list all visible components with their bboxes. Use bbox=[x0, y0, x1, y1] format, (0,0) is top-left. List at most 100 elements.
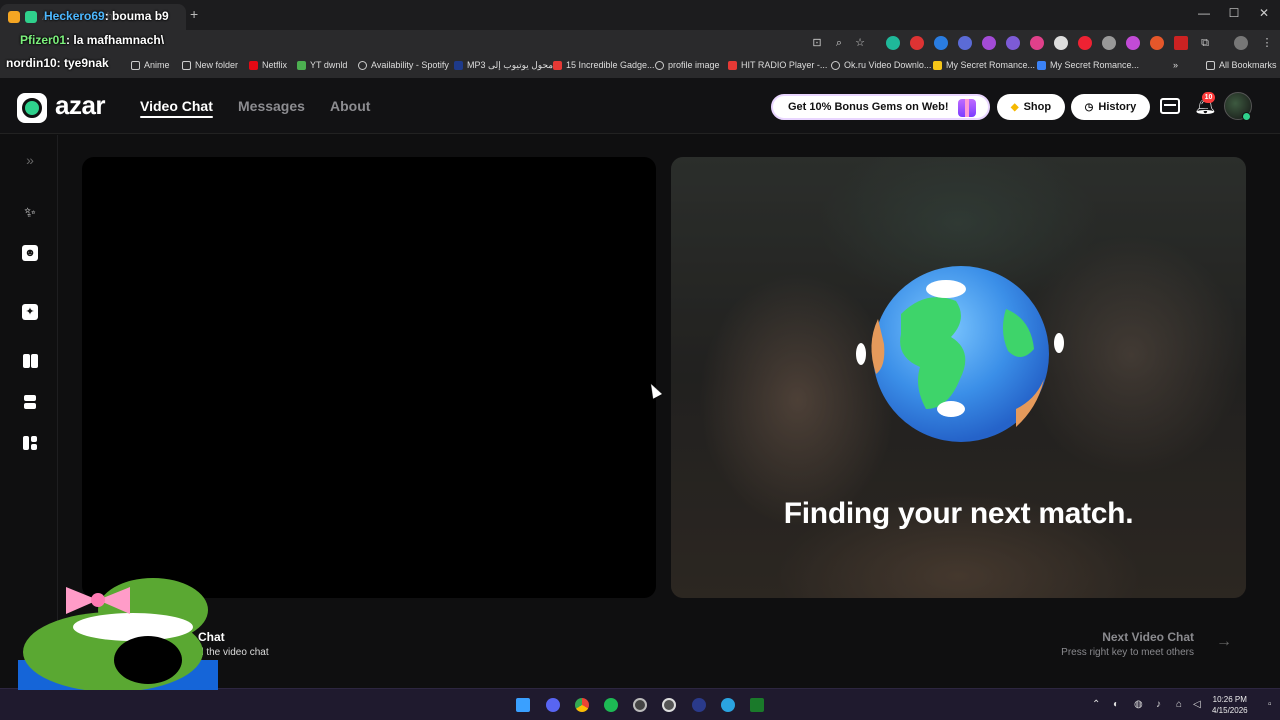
notifications-icon[interactable]: ▫ bbox=[1268, 699, 1272, 710]
bookmark-label: profile image bbox=[668, 60, 720, 70]
install-app-icon[interactable]: ⊡ bbox=[810, 36, 824, 50]
system-clock[interactable]: 10:26 PM 4/15/2026 bbox=[1212, 694, 1248, 716]
bookmark-item[interactable]: Availability - Spotify bbox=[358, 60, 449, 70]
app-header: azar Video Chat Messages About Get 10% B… bbox=[0, 78, 1280, 134]
close-button[interactable]: ✕ bbox=[1256, 6, 1272, 20]
extension-icon[interactable] bbox=[1150, 36, 1164, 50]
spotify-icon[interactable] bbox=[604, 698, 618, 712]
gift-icon bbox=[958, 99, 976, 117]
microphone-icon[interactable]: ♪ bbox=[1156, 699, 1161, 710]
zoom-icon[interactable]: ⌕ bbox=[832, 36, 846, 50]
bookmark-star-icon[interactable]: ☆ bbox=[853, 36, 867, 50]
bookmark-label: MP3 محول يوتيوب إلى bbox=[467, 60, 554, 70]
network-icon[interactable]: ⌂ bbox=[1176, 699, 1182, 710]
bookmark-label: YT dwnld bbox=[310, 60, 348, 70]
next-chat-hint: Press right key to meet others bbox=[1061, 647, 1194, 658]
nav-video-chat[interactable]: Video Chat bbox=[140, 98, 213, 118]
inbox-icon[interactable] bbox=[1160, 98, 1180, 114]
globe-icon bbox=[831, 60, 840, 70]
maximize-button[interactable]: ☐ bbox=[1226, 6, 1242, 20]
nav-about[interactable]: About bbox=[330, 98, 370, 114]
bookmark-item[interactable]: MP3 محول يوتيوب إلى bbox=[454, 60, 553, 71]
app-icon[interactable] bbox=[692, 698, 706, 712]
volume-icon[interactable]: ◁ bbox=[1193, 699, 1201, 710]
next-arrow-icon[interactable]: → bbox=[1216, 633, 1232, 651]
layout-grid-icon[interactable] bbox=[22, 436, 38, 452]
bookmark-item[interactable]: My Secret Romance... bbox=[933, 60, 1035, 70]
remote-video-panel: Finding your next match. bbox=[671, 157, 1246, 598]
tab-favicon-icon bbox=[8, 11, 20, 23]
menu-kebab-icon[interactable]: ⋮ bbox=[1260, 36, 1274, 50]
bookmark-item[interactable]: New folder bbox=[182, 60, 238, 70]
address-bar-row: ⊡ ⌕ ☆ ⧉ ⋮ bbox=[0, 30, 1280, 56]
bonus-gems-button[interactable]: Get 10% Bonus Gems on Web! bbox=[771, 94, 990, 120]
sticker-icon[interactable]: ✦ bbox=[22, 304, 38, 320]
shop-button[interactable]: ◆ Shop bbox=[997, 94, 1065, 120]
app-icon[interactable] bbox=[750, 698, 764, 712]
chrome-icon[interactable] bbox=[575, 698, 589, 712]
tray-discord-icon[interactable]: ◍ bbox=[1134, 699, 1143, 710]
obs-icon[interactable] bbox=[633, 698, 647, 712]
extension-icon[interactable] bbox=[1054, 36, 1068, 50]
globe-icon bbox=[358, 60, 367, 70]
discord-icon[interactable] bbox=[546, 698, 560, 712]
bookmarks-overflow-button[interactable]: » bbox=[1173, 60, 1178, 70]
all-bookmarks-button[interactable]: All Bookmarks bbox=[1206, 60, 1277, 70]
extension-icon[interactable] bbox=[1030, 36, 1044, 50]
extension-icon[interactable] bbox=[1174, 36, 1188, 50]
bookmark-item[interactable]: Netflix bbox=[249, 60, 287, 70]
bookmark-item[interactable]: Anime bbox=[131, 60, 170, 70]
extension-icon[interactable] bbox=[1078, 36, 1092, 50]
bookmark-item[interactable]: HIT RADIO Player -... bbox=[728, 60, 827, 70]
windows-taskbar: ⌃ ◐ ◍ ♪ ⌂ ◁ 10:26 PM 4/15/2026 ▫ bbox=[0, 688, 1280, 720]
bookmark-item[interactable]: profile image bbox=[655, 60, 720, 70]
new-tab-button[interactable]: + bbox=[190, 6, 198, 22]
history-button[interactable]: ◷ History bbox=[1071, 94, 1150, 120]
bookmark-label: HIT RADIO Player -... bbox=[741, 60, 828, 70]
bookmark-label: Netflix bbox=[262, 60, 288, 70]
magic-wand-icon[interactable]: ✨︎ bbox=[22, 204, 38, 220]
chat-overlay-line: Heckero69: bouma b9 bbox=[44, 9, 169, 23]
gem-icon: ◆ bbox=[1010, 101, 1019, 113]
face-filter-icon[interactable]: ☻ bbox=[22, 245, 38, 261]
app-icon[interactable] bbox=[662, 698, 676, 712]
bookmark-label: 15 Incredible Gadge... bbox=[566, 60, 655, 70]
bookmark-item[interactable]: 15 Incredible Gadge... bbox=[553, 60, 655, 70]
extension-icon[interactable] bbox=[1102, 36, 1116, 50]
nav-messages[interactable]: Messages bbox=[238, 98, 305, 114]
local-video-panel bbox=[82, 157, 656, 598]
bookmarks-bar: Anime New folder Netflix YT dwnld Availa… bbox=[0, 56, 1280, 78]
bookmark-item[interactable]: YT dwnld bbox=[297, 60, 347, 70]
bookmark-label: My Secret Romance... bbox=[1050, 60, 1140, 70]
extension-icon[interactable] bbox=[982, 36, 996, 50]
logo-text[interactable]: azar bbox=[55, 90, 106, 121]
chat-overlay-line: nordin10: tye9nak bbox=[6, 56, 109, 70]
extension-icon[interactable] bbox=[1006, 36, 1020, 50]
extension-icon[interactable] bbox=[934, 36, 948, 50]
app-icon[interactable] bbox=[721, 698, 735, 712]
folder-icon bbox=[182, 60, 191, 70]
clock-icon: ◷ bbox=[1084, 101, 1094, 113]
extension-icon[interactable] bbox=[886, 36, 900, 50]
profile-avatar[interactable] bbox=[1234, 36, 1248, 50]
book-icon bbox=[1037, 60, 1046, 70]
minimize-button[interactable]: — bbox=[1196, 6, 1212, 20]
expand-sidebar-icon[interactable]: » bbox=[22, 152, 38, 168]
azar-logo-icon[interactable] bbox=[17, 93, 47, 123]
extensions-puzzle-icon[interactable]: ⧉ bbox=[1198, 36, 1212, 50]
extension-icon[interactable] bbox=[910, 36, 924, 50]
netflix-icon bbox=[249, 60, 258, 70]
bookmark-label: New folder bbox=[195, 60, 239, 70]
windows-start-icon[interactable] bbox=[516, 698, 530, 712]
next-chat-title: Next Video Chat bbox=[1102, 630, 1194, 644]
layout-side-by-side-icon[interactable] bbox=[22, 354, 38, 370]
bookmark-item[interactable]: My Secret Romance... bbox=[1037, 60, 1139, 70]
layout-stacked-icon[interactable] bbox=[22, 395, 38, 411]
promo-label: Get 10% Bonus Gems on Web! bbox=[788, 101, 949, 113]
extension-icon[interactable] bbox=[1126, 36, 1140, 50]
bookmark-item[interactable]: Ok.ru Video Downlo... bbox=[831, 60, 931, 70]
tray-overflow-icon[interactable]: ⌃ bbox=[1092, 699, 1100, 710]
browser-tab-bar: Azar Video Chat + — ☐ ✕ bbox=[0, 0, 1280, 30]
extension-icon[interactable] bbox=[958, 36, 972, 50]
tray-app-icon[interactable]: ◐ bbox=[1113, 699, 1119, 710]
